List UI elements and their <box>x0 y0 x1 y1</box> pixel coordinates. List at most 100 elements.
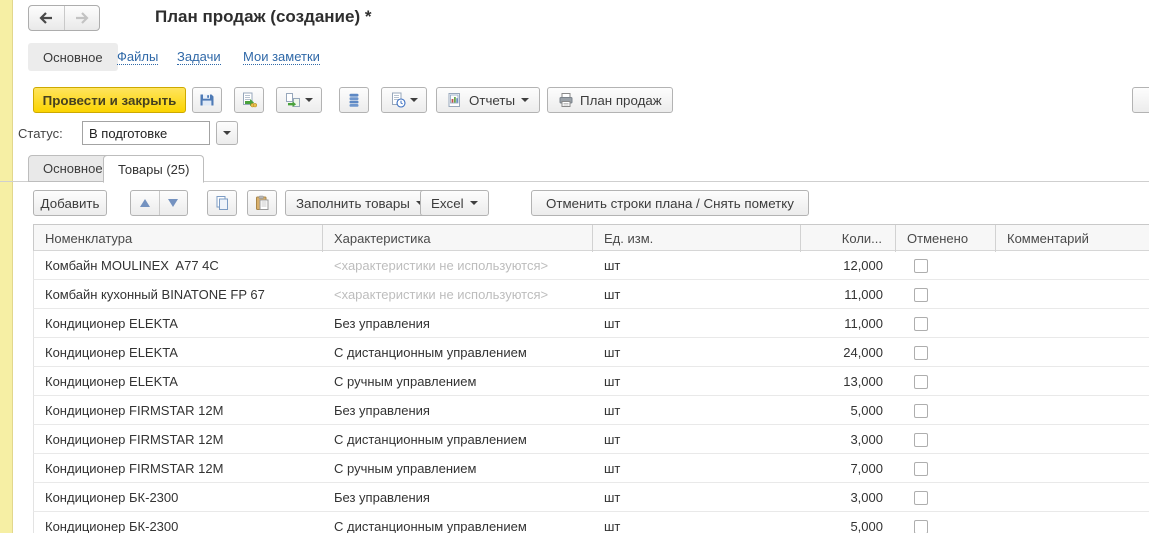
register-records-button[interactable] <box>339 87 369 113</box>
fill-goods-label: Заполнить товары <box>296 196 410 211</box>
status-dropdown-button[interactable] <box>216 121 238 145</box>
status-input[interactable] <box>82 121 210 145</box>
cell-nomenclature: Кондиционер FIRMSTAR 12M <box>34 403 323 418</box>
cell-cancelled <box>896 518 996 533</box>
cell-characteristic: С дистанционным управлением <box>323 432 593 447</box>
cell-nomenclature: Кондиционер FIRMSTAR 12M <box>34 461 323 476</box>
cell-unit: шт <box>593 345 801 360</box>
cancelled-checkbox[interactable] <box>914 520 928 533</box>
cell-cancelled <box>896 402 996 418</box>
cell-characteristic: <характеристики не используются> <box>323 287 593 302</box>
post-and-close-button[interactable]: Провести и закрыть <box>33 87 186 113</box>
save-button[interactable] <box>192 87 222 113</box>
cell-unit: шт <box>593 490 801 505</box>
document-form: План продаж (создание) * Основное Файлы … <box>0 0 1149 533</box>
cancelled-checkbox[interactable] <box>914 259 928 273</box>
paste-row-button[interactable] <box>247 190 277 216</box>
cell-unit: шт <box>593 316 801 331</box>
arrow-down-icon <box>168 199 178 207</box>
col-header-cancelled[interactable]: Отменено <box>896 225 996 252</box>
nav-tab-main[interactable]: Основное <box>28 43 118 71</box>
nav-link-tasks[interactable]: Задачи <box>177 49 221 65</box>
print-plan-button[interactable]: План продаж <box>547 87 673 113</box>
back-arrow-icon <box>38 10 54 26</box>
tab-goods[interactable]: Товары (25) <box>103 155 204 183</box>
nav-link-notes[interactable]: Мои заметки <box>243 49 320 65</box>
create-based-on-button[interactable] <box>276 87 322 113</box>
document-log-button[interactable] <box>381 87 427 113</box>
table-row[interactable]: Кондиционер ELEKTA С ручным управлением … <box>33 367 1149 396</box>
table-toolbar: Добавить Заполнить товары Excel Отменить… <box>0 190 1149 216</box>
paste-clipboard-icon <box>254 195 270 211</box>
cell-quantity: 24,000 <box>801 345 896 360</box>
register-stack-icon <box>346 92 362 108</box>
cell-unit: шт <box>593 432 801 447</box>
cell-characteristic: Без управления <box>323 403 593 418</box>
add-row-button[interactable]: Добавить <box>33 190 107 216</box>
cell-characteristic: С дистанционным управлением <box>323 519 593 533</box>
col-header-unit[interactable]: Ед. изм. <box>593 225 801 252</box>
cell-unit: шт <box>593 374 801 389</box>
cell-nomenclature: Комбайн кухонный BINATONE FP 67 <box>34 287 323 302</box>
cancelled-checkbox[interactable] <box>914 491 928 505</box>
cell-quantity: 5,000 <box>801 519 896 533</box>
status-label: Статус: <box>18 126 63 141</box>
floppy-save-icon <box>199 92 215 108</box>
table-row[interactable]: Кондиционер FIRMSTAR 12M С ручным управл… <box>33 454 1149 483</box>
table-row[interactable]: Комбайн кухонный BINATONE FP 67 <характе… <box>33 280 1149 309</box>
back-button[interactable] <box>29 6 64 30</box>
dropdown-caret-icon <box>521 98 529 102</box>
col-header-comment[interactable]: Комментарий <box>996 225 1149 252</box>
page-title: План продаж (создание) * <box>155 7 371 27</box>
col-header-quantity[interactable]: Коли... <box>801 225 896 252</box>
goods-table: Номенклатура Характеристика Ед. изм. Кол… <box>33 224 1149 533</box>
cancelled-checkbox[interactable] <box>914 288 928 302</box>
cancelled-checkbox[interactable] <box>914 317 928 331</box>
move-up-button[interactable] <box>131 191 159 215</box>
col-header-characteristic[interactable]: Характеристика <box>323 225 593 252</box>
cell-nomenclature: Комбайн MOULINEX A77 4C <box>34 258 323 273</box>
table-row[interactable]: Кондиционер FIRMSTAR 12M Без управления … <box>33 396 1149 425</box>
cancelled-checkbox[interactable] <box>914 433 928 447</box>
cell-characteristic: Без управления <box>323 316 593 331</box>
table-row[interactable]: Кондиционер БК-2300 Без управления шт 3,… <box>33 483 1149 512</box>
fill-goods-button[interactable]: Заполнить товары <box>285 190 435 216</box>
cancelled-checkbox[interactable] <box>914 375 928 389</box>
cancelled-checkbox[interactable] <box>914 346 928 360</box>
cell-characteristic: С дистанционным управлением <box>323 345 593 360</box>
table-row[interactable]: Кондиционер ELEKTA С дистанционным управ… <box>33 338 1149 367</box>
nav-link-files[interactable]: Файлы <box>117 49 158 65</box>
table-row[interactable]: Кондиционер FIRMSTAR 12M С дистанционным… <box>33 425 1149 454</box>
cell-cancelled <box>896 460 996 476</box>
cell-nomenclature: Кондиционер ELEKTA <box>34 374 323 389</box>
post-document-button[interactable] <box>234 87 264 113</box>
document-clock-icon <box>390 92 406 108</box>
copy-icon <box>214 195 230 211</box>
cell-quantity: 3,000 <box>801 490 896 505</box>
dropdown-caret-icon <box>305 98 313 102</box>
command-bar: Провести и закрыть Отчеты План продаж <box>0 87 1149 113</box>
document-post-icon <box>241 92 257 108</box>
forward-button[interactable] <box>64 6 100 30</box>
cell-quantity: 5,000 <box>801 403 896 418</box>
cancelled-checkbox[interactable] <box>914 462 928 476</box>
reports-button[interactable]: Отчеты <box>436 87 540 113</box>
cell-quantity: 12,000 <box>801 258 896 273</box>
copy-row-button[interactable] <box>207 190 237 216</box>
cancelled-checkbox[interactable] <box>914 404 928 418</box>
printer-icon <box>558 92 574 108</box>
move-down-button[interactable] <box>159 191 188 215</box>
cell-cancelled <box>896 431 996 447</box>
table-row[interactable]: Кондиционер БК-2300 С дистанционным упра… <box>33 512 1149 533</box>
table-row[interactable]: Кондиционер ELEKTA Без управления шт 11,… <box>33 309 1149 338</box>
table-row[interactable]: Комбайн MOULINEX A77 4C <характеристики … <box>33 251 1149 280</box>
cell-cancelled <box>896 344 996 360</box>
cancel-plan-lines-button[interactable]: Отменить строки плана / Снять пометку <box>531 190 809 216</box>
more-button[interactable]: Еще <box>1132 87 1149 113</box>
excel-button[interactable]: Excel <box>420 190 489 216</box>
cell-cancelled <box>896 286 996 302</box>
cell-nomenclature: Кондиционер FIRMSTAR 12M <box>34 432 323 447</box>
page-tab-bar: Основное Товары (25) <box>0 154 1149 182</box>
col-header-nomenclature[interactable]: Номенклатура <box>34 225 323 252</box>
cell-quantity: 13,000 <box>801 374 896 389</box>
